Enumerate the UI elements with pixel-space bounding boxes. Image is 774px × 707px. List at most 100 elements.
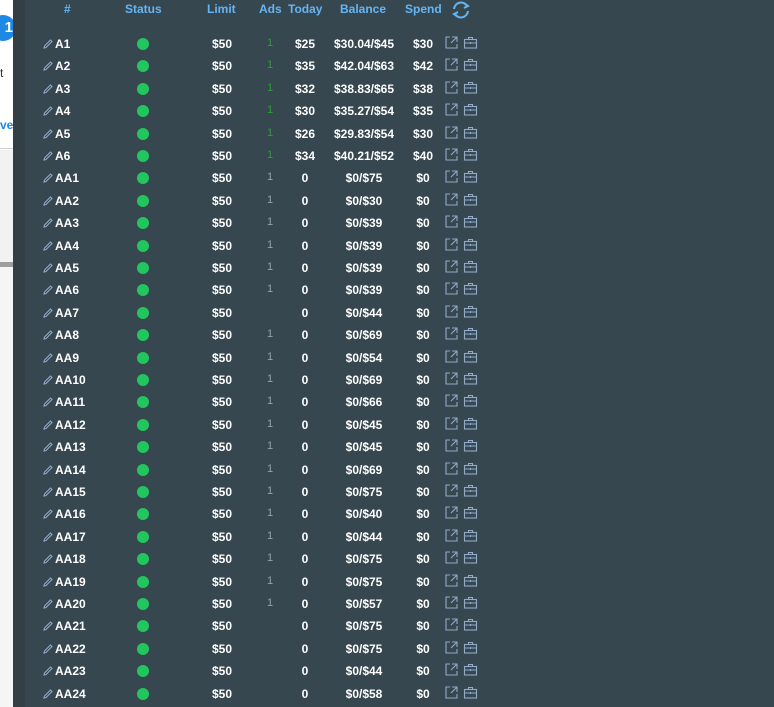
external-link-icon[interactable]	[444, 147, 459, 162]
external-link-icon[interactable]	[444, 550, 459, 565]
account-name[interactable]: AA14	[42, 463, 86, 477]
pencil-icon[interactable]	[42, 60, 54, 72]
external-link-icon[interactable]	[444, 662, 459, 677]
pencil-icon[interactable]	[42, 284, 54, 296]
pencil-icon[interactable]	[42, 441, 54, 453]
pencil-icon[interactable]	[42, 172, 54, 184]
briefcase-icon[interactable]	[463, 102, 478, 117]
briefcase-icon[interactable]	[463, 528, 478, 543]
briefcase-icon[interactable]	[463, 214, 478, 229]
briefcase-icon[interactable]	[463, 35, 478, 50]
pencil-icon[interactable]	[42, 598, 54, 610]
external-link-icon[interactable]	[444, 259, 459, 274]
pencil-icon[interactable]	[42, 150, 54, 162]
briefcase-icon[interactable]	[463, 617, 478, 632]
account-name[interactable]: AA15	[42, 485, 86, 499]
pencil-icon[interactable]	[42, 553, 54, 565]
account-name[interactable]: AA6	[42, 283, 79, 297]
account-name[interactable]: AA20	[42, 597, 86, 611]
account-name[interactable]: AA1	[42, 171, 79, 185]
external-link-icon[interactable]	[444, 528, 459, 543]
pencil-icon[interactable]	[42, 419, 54, 431]
briefcase-icon[interactable]	[463, 281, 478, 296]
external-link-icon[interactable]	[444, 349, 459, 364]
pencil-icon[interactable]	[42, 508, 54, 520]
account-name[interactable]: AA19	[42, 575, 86, 589]
external-link-icon[interactable]	[444, 125, 459, 140]
briefcase-icon[interactable]	[463, 573, 478, 588]
external-link-icon[interactable]	[444, 371, 459, 386]
account-name[interactable]: A3	[42, 82, 70, 96]
external-link-icon[interactable]	[444, 102, 459, 117]
pencil-icon[interactable]	[42, 665, 54, 677]
pencil-icon[interactable]	[42, 464, 54, 476]
external-link-icon[interactable]	[444, 438, 459, 453]
account-name[interactable]: AA11	[42, 395, 85, 409]
account-name[interactable]: AA12	[42, 418, 86, 432]
account-name[interactable]: AA18	[42, 552, 86, 566]
briefcase-icon[interactable]	[463, 371, 478, 386]
refresh-icon[interactable]	[450, 0, 472, 20]
external-link-icon[interactable]	[444, 214, 459, 229]
external-link-icon[interactable]	[444, 483, 459, 498]
account-name[interactable]: AA13	[42, 440, 86, 454]
briefcase-icon[interactable]	[463, 169, 478, 184]
briefcase-icon[interactable]	[463, 304, 478, 319]
account-name[interactable]: AA16	[42, 507, 86, 521]
pencil-icon[interactable]	[42, 240, 54, 252]
external-link-icon[interactable]	[444, 640, 459, 655]
account-name[interactable]: AA8	[42, 328, 79, 342]
external-link-icon[interactable]	[444, 617, 459, 632]
external-link-icon[interactable]	[444, 237, 459, 252]
briefcase-icon[interactable]	[463, 349, 478, 364]
briefcase-icon[interactable]	[463, 326, 478, 341]
pencil-icon[interactable]	[42, 486, 54, 498]
pencil-icon[interactable]	[42, 531, 54, 543]
external-link-icon[interactable]	[444, 685, 459, 700]
account-name[interactable]: A6	[42, 149, 70, 163]
external-link-icon[interactable]	[444, 304, 459, 319]
external-link-icon[interactable]	[444, 573, 459, 588]
external-link-icon[interactable]	[444, 393, 459, 408]
pencil-icon[interactable]	[42, 217, 54, 229]
briefcase-icon[interactable]	[463, 147, 478, 162]
briefcase-icon[interactable]	[463, 125, 478, 140]
briefcase-icon[interactable]	[463, 595, 478, 610]
pencil-icon[interactable]	[42, 128, 54, 140]
briefcase-icon[interactable]	[463, 237, 478, 252]
pencil-icon[interactable]	[42, 307, 54, 319]
external-link-icon[interactable]	[444, 35, 459, 50]
briefcase-icon[interactable]	[463, 393, 478, 408]
pencil-icon[interactable]	[42, 38, 54, 50]
account-name[interactable]: AA2	[42, 194, 79, 208]
account-name[interactable]: A4	[42, 104, 70, 118]
external-link-icon[interactable]	[444, 595, 459, 610]
external-link-icon[interactable]	[444, 461, 459, 476]
pencil-icon[interactable]	[42, 195, 54, 207]
account-name[interactable]: AA24	[42, 687, 86, 701]
external-link-icon[interactable]	[444, 80, 459, 95]
briefcase-icon[interactable]	[463, 640, 478, 655]
briefcase-icon[interactable]	[463, 662, 478, 677]
briefcase-icon[interactable]	[463, 461, 478, 476]
briefcase-icon[interactable]	[463, 80, 478, 95]
briefcase-icon[interactable]	[463, 438, 478, 453]
external-link-icon[interactable]	[444, 416, 459, 431]
account-name[interactable]: AA10	[42, 373, 86, 387]
external-link-icon[interactable]	[444, 281, 459, 296]
account-name[interactable]: AA22	[42, 642, 86, 656]
pencil-icon[interactable]	[42, 620, 54, 632]
pencil-icon[interactable]	[42, 688, 54, 700]
account-name[interactable]: A1	[42, 37, 70, 51]
account-name[interactable]: A5	[42, 127, 70, 141]
briefcase-icon[interactable]	[463, 416, 478, 431]
account-name[interactable]: AA7	[42, 306, 79, 320]
account-name[interactable]: AA5	[42, 261, 79, 275]
pencil-icon[interactable]	[42, 374, 54, 386]
external-link-icon[interactable]	[444, 505, 459, 520]
pencil-icon[interactable]	[42, 262, 54, 274]
pencil-icon[interactable]	[42, 576, 54, 588]
external-link-icon[interactable]	[444, 57, 459, 72]
briefcase-icon[interactable]	[463, 550, 478, 565]
external-link-icon[interactable]	[444, 326, 459, 341]
